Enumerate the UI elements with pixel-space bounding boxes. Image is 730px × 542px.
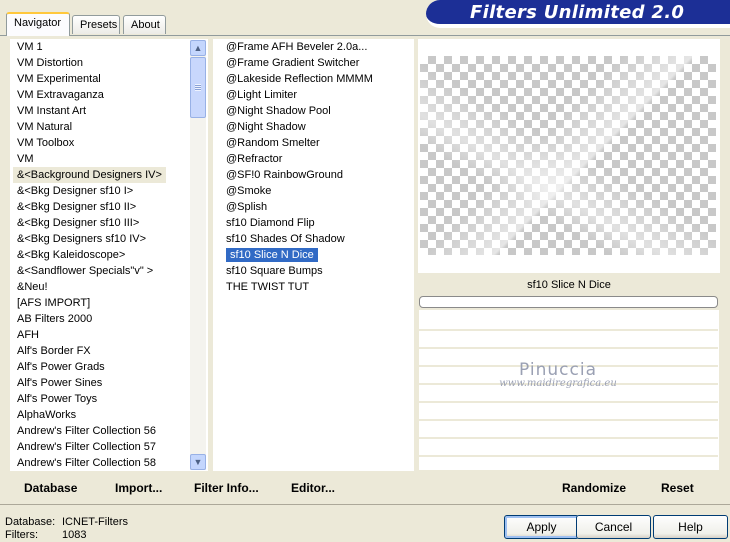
filter-list-item[interactable]: sf10 Square Bumps (222, 263, 412, 279)
category-list-item[interactable]: &Neu! (13, 279, 189, 295)
cancel-button[interactable]: Cancel (576, 515, 651, 539)
filter-list-item[interactable]: @Frame AFH Beveler 2.0a... (222, 39, 412, 55)
filter-list-item[interactable]: sf10 Slice N Dice (222, 247, 412, 263)
category-list-item[interactable]: VM Toolbox (13, 135, 189, 151)
category-list-item[interactable]: Andrew's Filter Collection 58 (13, 455, 189, 471)
filter-list-item[interactable]: @Night Shadow Pool (222, 103, 412, 119)
filter-list-item[interactable]: @SF!0 RainbowGround (222, 167, 412, 183)
filters-count-value: 1083 (62, 529, 87, 541)
category-list-item[interactable]: AlphaWorks (13, 407, 189, 423)
parameter-slider[interactable] (419, 439, 718, 457)
filter-list-item[interactable]: @Random Smelter (222, 135, 412, 151)
category-scrollbar[interactable]: ▲ ▼ (190, 40, 206, 470)
filter-list-item[interactable]: @Refractor (222, 151, 412, 167)
grip-icon (195, 84, 201, 91)
title-banner: Filters Unlimited 2.0 (426, 0, 730, 28)
category-list-item[interactable]: AB Filters 2000 (13, 311, 189, 327)
filter-list-item[interactable]: @Light Limiter (222, 87, 412, 103)
category-list-item[interactable]: Andrew's Filter Collection 56 (13, 423, 189, 439)
preview-image (420, 56, 716, 255)
filter-list-item-label: sf10 Slice N Dice (226, 248, 318, 262)
category-list[interactable]: VM 1 VM Distortion VM Experimental VM Extra… (13, 39, 189, 471)
help-button[interactable]: Help (653, 515, 728, 539)
separator (0, 504, 730, 505)
apply-button[interactable]: Apply (504, 515, 579, 539)
parameter-slider[interactable] (419, 331, 718, 349)
filters-count-label: Filters: (5, 529, 38, 541)
category-list-item[interactable]: Alf's Power Toys (13, 391, 189, 407)
category-list-item[interactable]: VM Distortion (13, 55, 189, 71)
parameter-slider[interactable] (419, 421, 718, 439)
watermark-url: www.maidiregrafica.eu (499, 378, 617, 389)
database-value: ICNET-Filters (62, 516, 128, 528)
editor-button[interactable]: Editor... (291, 481, 335, 495)
category-list-item[interactable]: Andrew's Filter Collection 57 (13, 439, 189, 455)
category-list-item[interactable]: VM 1 (13, 39, 189, 55)
category-list-item[interactable]: &<Bkg Designers sf10 IV> (13, 231, 189, 247)
tab-presets[interactable]: Presets (72, 15, 120, 34)
progress-bar (419, 296, 718, 308)
tab-baseline (0, 35, 730, 36)
category-list-item[interactable]: VM Extravaganza (13, 87, 189, 103)
app-title: Filters Unlimited 2.0 (470, 2, 685, 23)
tab-navigator[interactable]: Navigator (6, 12, 70, 36)
scrollbar-thumb[interactable] (190, 57, 206, 118)
watermark: Pinuccia www.maidiregrafica.eu (493, 360, 623, 389)
category-list-item[interactable]: VM (13, 151, 189, 167)
filter-name-label: sf10 Slice N Dice (419, 274, 719, 296)
category-list-item[interactable]: &<Bkg Designer sf10 III> (13, 215, 189, 231)
filter-list-item[interactable]: sf10 Diamond Flip (222, 215, 412, 231)
filter-list-item[interactable]: @Smoke (222, 183, 412, 199)
tab-about[interactable]: About (123, 15, 166, 34)
randomize-button[interactable]: Randomize (562, 481, 626, 495)
category-list-item[interactable]: &<Sandflower Specials"v" > (13, 263, 189, 279)
parameter-slider[interactable] (419, 403, 718, 421)
chevron-down-icon[interactable]: ▼ (190, 454, 206, 470)
category-list-item[interactable]: &<Bkg Designer sf10 I> (13, 183, 189, 199)
filter-list-item[interactable]: THE TWIST TUT (222, 279, 412, 295)
watermark-name: Pinuccia (519, 360, 597, 380)
category-list-item[interactable]: Alf's Power Sines (13, 375, 189, 391)
category-list-item[interactable]: &<Bkg Kaleidoscope> (13, 247, 189, 263)
database-button[interactable]: Database (24, 481, 77, 495)
category-list-item[interactable]: Alf's Border FX (13, 343, 189, 359)
chevron-up-icon[interactable]: ▲ (190, 40, 206, 56)
filter-list-item[interactable]: @Splish (222, 199, 412, 215)
category-list-item[interactable]: VM Natural (13, 119, 189, 135)
filter-list-item[interactable]: @Night Shadow (222, 119, 412, 135)
category-list-item[interactable]: &<Background Designers IV> (13, 167, 166, 183)
filter-list-item[interactable]: @Frame Gradient Switcher (222, 55, 412, 71)
category-list-item[interactable]: Alf's Power Grads (13, 359, 189, 375)
filter-info-button[interactable]: Filter Info... (194, 481, 259, 495)
filter-list-item[interactable]: @Lakeside Reflection MMMM (222, 71, 412, 87)
category-list-item[interactable]: VM Instant Art (13, 103, 189, 119)
filter-list[interactable]: @Frame AFH Beveler 2.0a... @Frame Gradien… (222, 39, 412, 295)
import-button[interactable]: Import... (115, 481, 162, 495)
database-label: Database: (5, 516, 56, 528)
parameter-slider[interactable] (419, 313, 718, 331)
category-list-item[interactable]: &<Bkg Designer sf10 II> (13, 199, 189, 215)
category-list-item[interactable]: AFH (13, 327, 189, 343)
category-list-item[interactable]: [AFS IMPORT] (13, 295, 189, 311)
reset-button[interactable]: Reset (661, 481, 694, 495)
filter-list-item[interactable]: sf10 Shades Of Shadow (222, 231, 412, 247)
category-list-item[interactable]: VM Experimental (13, 71, 189, 87)
